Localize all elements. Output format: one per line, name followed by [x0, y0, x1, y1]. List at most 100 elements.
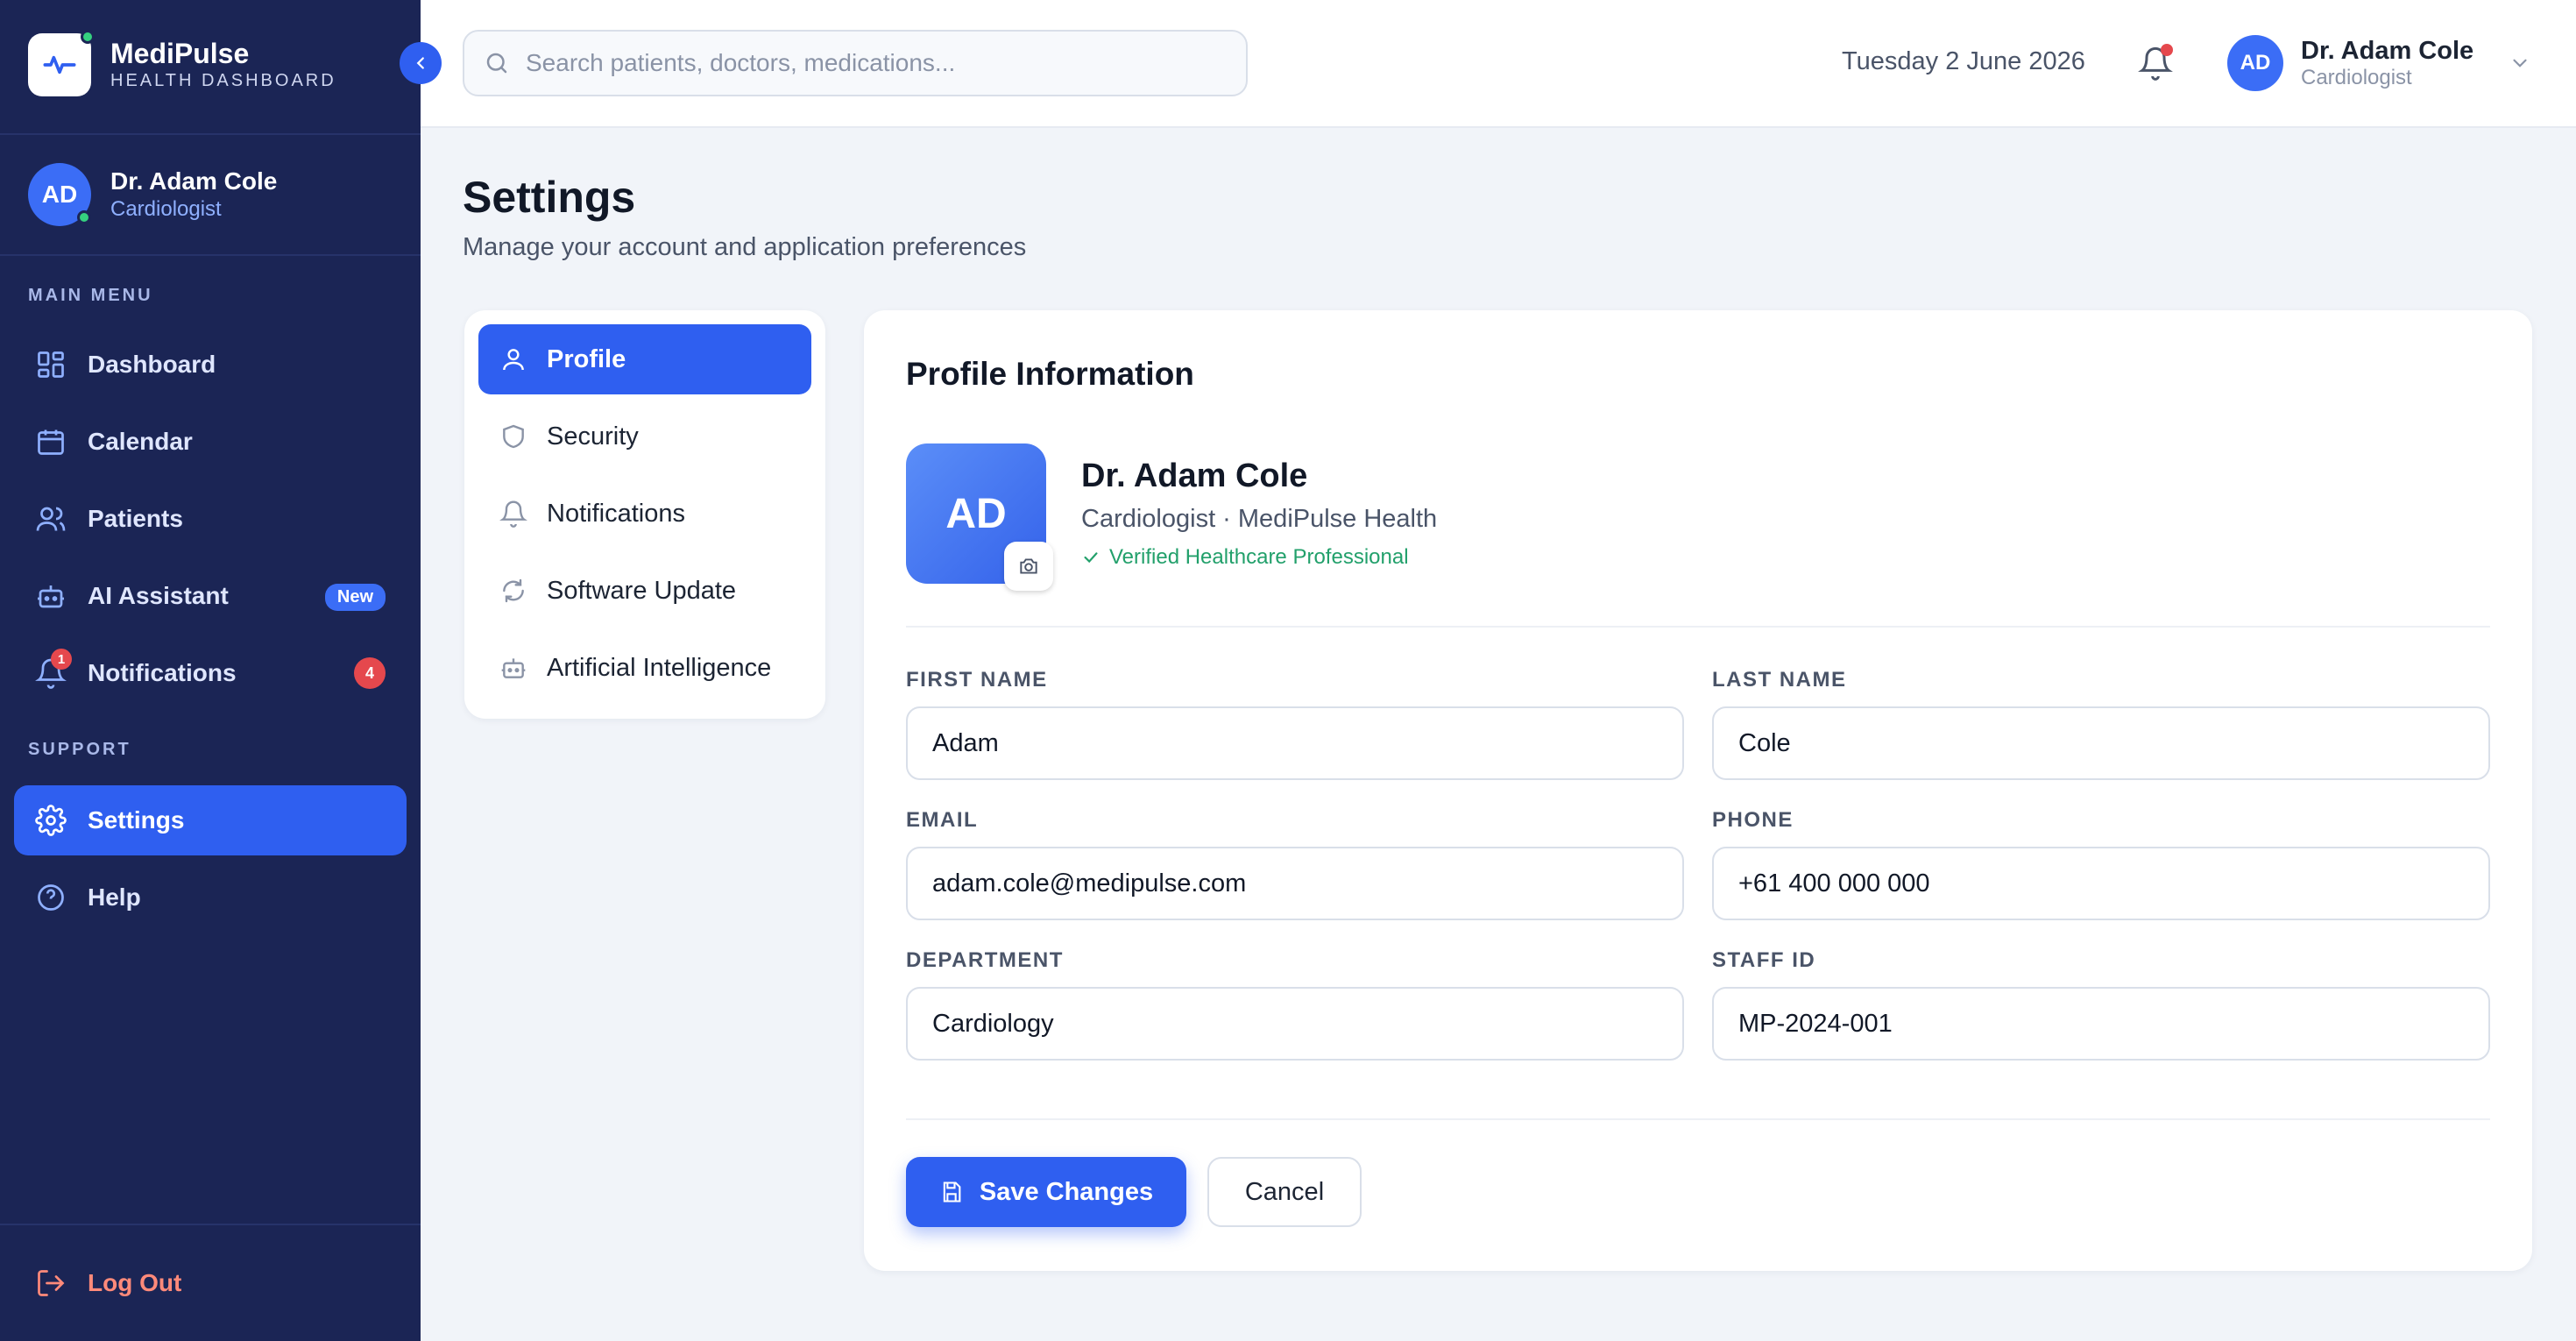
verified-label: Verified Healthcare Professional: [1109, 545, 1409, 569]
main-menu-label: MAIN MENU: [28, 286, 153, 305]
brand[interactable]: MediPulse HEALTH DASHBOARD: [28, 30, 336, 96]
tab-label: Security: [547, 422, 639, 451]
phone-label: PHONE: [1712, 808, 1794, 832]
pulse-logo-icon: [28, 30, 95, 96]
calendar-icon: [35, 426, 67, 458]
collapse-sidebar-button[interactable]: [400, 42, 442, 84]
sidebar-user-role: Cardiologist: [110, 197, 222, 221]
tab-security[interactable]: Security: [478, 401, 811, 472]
sidebar-item-label: Notifications: [88, 659, 237, 686]
user-icon: [503, 349, 524, 371]
chevron-down-icon: [2513, 59, 2527, 67]
tab-label: Profile: [547, 344, 626, 373]
check-icon: [1084, 552, 1098, 564]
bot-icon: [501, 658, 526, 678]
email-label: EMAIL: [906, 808, 979, 832]
unread-dot: [2161, 44, 2173, 56]
section-title: Profile Information: [906, 356, 1194, 392]
divider: [906, 1118, 2490, 1120]
sidebar-item-patients[interactable]: Patients: [14, 484, 407, 554]
sidebar-item-label: AI Assistant: [88, 582, 229, 609]
online-status-dot: [77, 210, 91, 224]
help-icon: [35, 882, 67, 913]
sidebar-item-notifications[interactable]: 1 Notifications 4: [14, 638, 407, 708]
refresh-icon: [503, 578, 524, 603]
shield-icon: [503, 424, 524, 449]
new-badge: New: [324, 584, 386, 611]
page-title: Settings: [463, 173, 636, 222]
avatar: AD: [2227, 35, 2283, 91]
current-date: Tuesday 2 June 2026: [1842, 47, 2085, 75]
profile-name: Dr. Adam Cole: [1081, 458, 1308, 494]
avatar-initials: AD: [945, 490, 1007, 537]
save-label: Save Changes: [979, 1177, 1154, 1206]
department-label: DEPARTMENT: [906, 948, 1064, 972]
sidebar-item-label: Calendar: [88, 428, 193, 455]
tab-software-update[interactable]: Software Update: [478, 556, 811, 626]
sidebar-item-ai-assistant[interactable]: AI Assistant New: [14, 561, 407, 631]
support-label: SUPPORT: [28, 740, 131, 759]
tab-notifications[interactable]: Notifications: [478, 479, 811, 549]
user-menu[interactable]: AD Dr. Adam Cole Cardiologist: [2227, 35, 2531, 91]
sidebar-item-dashboard[interactable]: Dashboard: [14, 330, 407, 400]
header-user-role: Cardiologist: [2301, 66, 2412, 89]
tab-profile[interactable]: Profile: [478, 324, 811, 394]
sidebar-item-help[interactable]: Help: [14, 862, 407, 933]
logout-button[interactable]: Log Out: [35, 1267, 181, 1299]
logout-label: Log Out: [88, 1269, 182, 1296]
camera-icon: [1020, 558, 1037, 574]
brand-name: MediPulse: [110, 38, 250, 69]
email-field[interactable]: [906, 847, 1684, 920]
phone-field[interactable]: [1712, 847, 2490, 920]
sidebar-user[interactable]: AD Dr. Adam Cole Cardiologist: [28, 163, 277, 226]
sidebar-item-settings[interactable]: Settings: [14, 785, 407, 855]
search-bar[interactable]: [463, 30, 1248, 96]
users-icon: [35, 503, 67, 535]
brand-subtitle: HEALTH DASHBOARD: [110, 71, 336, 90]
bell-icon: [499, 500, 527, 528]
gear-icon: [35, 805, 67, 836]
staff-id-field[interactable]: [1712, 987, 2490, 1061]
sidebar-item-label: Dashboard: [88, 351, 216, 378]
divider: [906, 626, 2490, 628]
search-input[interactable]: [526, 49, 1227, 77]
save-changes-button[interactable]: Save Changes: [906, 1157, 1186, 1227]
avatar-initials: AD: [41, 181, 78, 208]
tab-label: Artificial Intelligence: [547, 653, 772, 682]
cancel-button[interactable]: Cancel: [1207, 1157, 1362, 1227]
last-name-field[interactable]: [1712, 706, 2490, 780]
sidebar-divider: [0, 254, 421, 256]
last-name-label: LAST NAME: [1712, 668, 1847, 692]
sidebar-divider: [0, 1224, 421, 1225]
verified-badge: Verified Healthcare Professional: [1081, 545, 1409, 570]
brand-status-dot: [81, 30, 95, 44]
sidebar-user-name: Dr. Adam Cole: [110, 167, 278, 195]
page-subtitle: Manage your account and application pref…: [463, 233, 1027, 261]
tab-label: Notifications: [547, 499, 685, 528]
sidebar-divider: [0, 133, 421, 135]
settings-nav: Profile Security Notifications Software …: [464, 310, 825, 719]
department-field[interactable]: [906, 987, 1684, 1061]
tab-label: Software Update: [547, 576, 737, 605]
sidebar-item-label: Patients: [88, 505, 183, 532]
sidebar-item-label: Help: [88, 883, 141, 911]
first-name-field[interactable]: [906, 706, 1684, 780]
profile-role: Cardiologist · MediPulse Health: [1081, 505, 1438, 533]
icon-badge: 1: [51, 649, 72, 670]
notification-count-badge: 4: [354, 657, 386, 689]
sidebar: MediPulse HEALTH DASHBOARD AD Dr. Adam C…: [0, 0, 421, 1341]
change-photo-button[interactable]: [1004, 542, 1053, 591]
avatar-initials: AD: [2240, 51, 2271, 74]
sidebar-item-label: Settings: [88, 806, 185, 834]
profile-card: Profile Information AD Dr. Adam Cole Car…: [864, 310, 2532, 1271]
chevron-left-icon: [416, 57, 424, 69]
tab-artificial-intelligence[interactable]: Artificial Intelligence: [478, 633, 811, 703]
header-user-name: Dr. Adam Cole: [2301, 37, 2474, 65]
search-icon: [486, 53, 507, 74]
avatar: AD: [28, 163, 91, 226]
sidebar-item-calendar[interactable]: Calendar: [14, 407, 407, 477]
notifications-button[interactable]: [2138, 44, 2173, 81]
logout-icon: [35, 1267, 67, 1299]
top-header: Tuesday 2 June 2026 AD Dr. Adam Cole Car…: [421, 0, 2576, 128]
grid-icon: [35, 349, 67, 380]
